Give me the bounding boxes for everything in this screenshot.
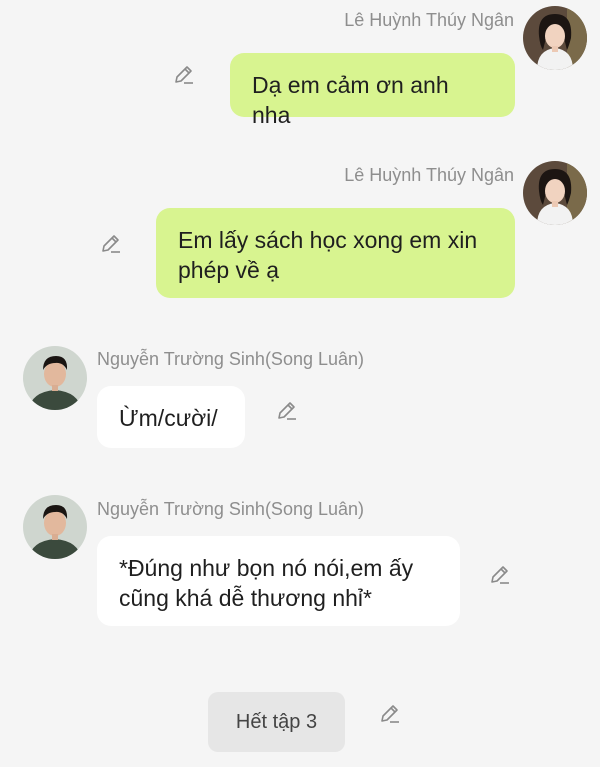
pencil-icon[interactable] — [488, 562, 512, 586]
pencil-icon[interactable] — [172, 62, 196, 86]
female-avatar[interactable] — [523, 161, 587, 225]
message-bubble: Dạ em cảm ơn anh nha — [230, 53, 515, 128]
message-bubble: Em lấy sách học xong em xin phép về ạ — [156, 208, 515, 298]
male-avatar[interactable] — [23, 346, 87, 410]
female-avatar[interactable] — [523, 6, 587, 70]
sender-name: Nguyễn Trường Sinh(Song Luân) — [97, 499, 365, 519]
sender-name: Lê Huỳnh Thúy Ngân — [344, 165, 514, 185]
sender-name: Lê Huỳnh Thúy Ngân — [344, 10, 514, 30]
pencil-icon[interactable] — [275, 398, 299, 422]
message-bubble: Ừm/cười/ — [97, 386, 245, 448]
episode-end-label: Hết tập 3 — [208, 692, 345, 752]
sender-name: Nguyễn Trường Sinh(Song Luân) — [97, 349, 365, 369]
pencil-icon[interactable] — [99, 231, 123, 255]
male-avatar[interactable] — [23, 495, 87, 559]
pencil-icon[interactable] — [378, 701, 402, 725]
message-bubble: *Đúng như bọn nó nói,em ấy cũng khá dễ t… — [97, 536, 460, 626]
